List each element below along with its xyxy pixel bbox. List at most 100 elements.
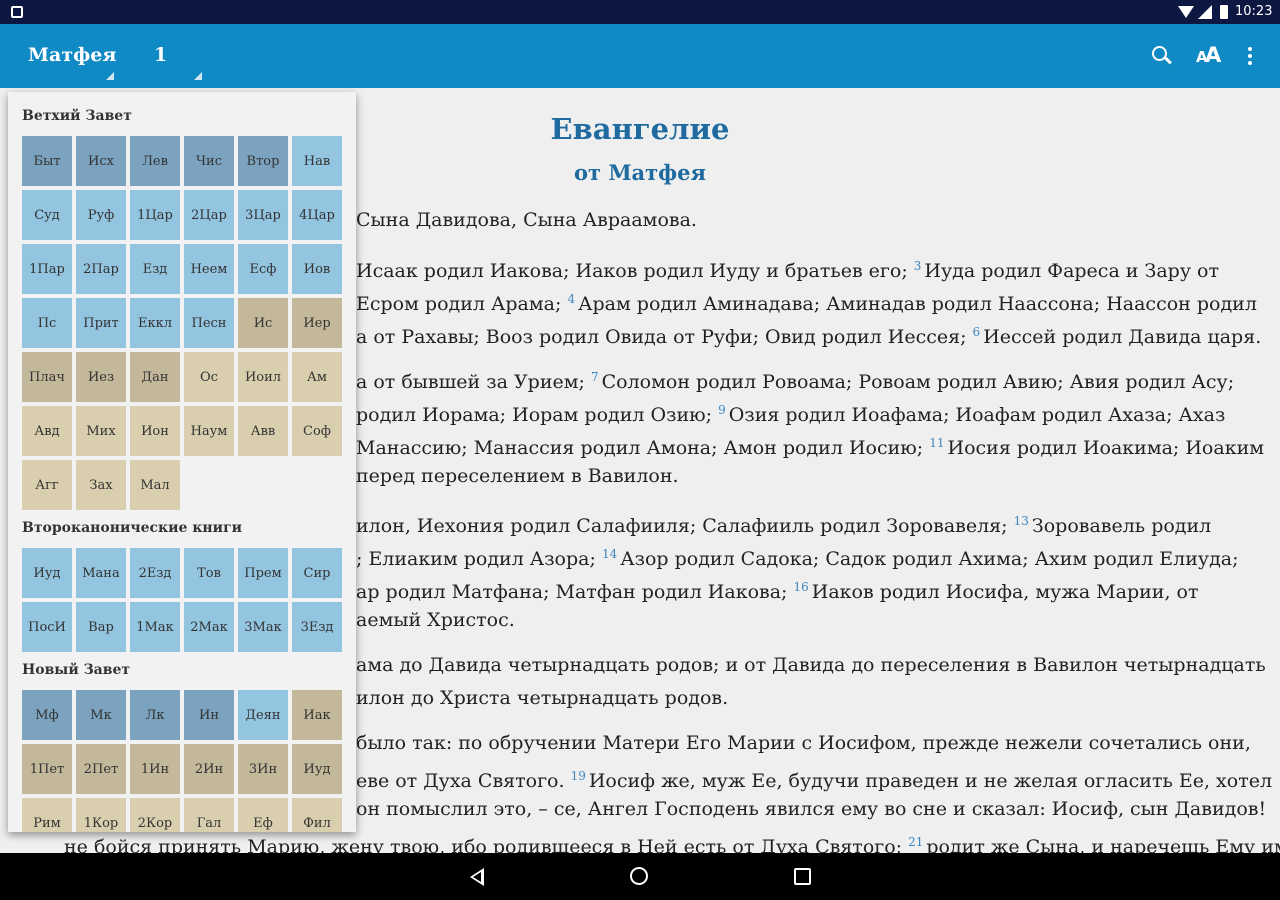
book-tile[interactable]: 4Цар <box>292 190 342 240</box>
verse-text: не бойся принять Марию, жену твою, ибо р… <box>64 836 909 853</box>
book-tile[interactable]: 1Ин <box>130 744 180 794</box>
book-tile[interactable]: Ин <box>184 690 234 740</box>
book-tile[interactable]: Исх <box>76 136 126 186</box>
verse-number[interactable]: 9 <box>718 403 726 417</box>
book-tile[interactable]: Иов <box>292 244 342 294</box>
book-tile[interactable]: Агг <box>22 460 72 510</box>
book-tile[interactable]: Соф <box>292 406 342 456</box>
book-tile[interactable]: Иоил <box>238 352 288 402</box>
book-tile[interactable]: Чис <box>184 136 234 186</box>
book-tile[interactable]: Мф <box>22 690 72 740</box>
verse-number[interactable]: 13 <box>1014 514 1029 528</box>
home-icon[interactable] <box>630 867 648 885</box>
book-tile[interactable]: Езд <box>130 244 180 294</box>
section-title: Второканонические книги <box>22 520 243 536</box>
book-tile[interactable]: Мих <box>76 406 126 456</box>
book-tile[interactable]: Ис <box>238 298 288 348</box>
verse-text: Сына Давидова, Сына Авраамова. <box>356 209 697 231</box>
book-tile[interactable]: Иак <box>292 690 342 740</box>
verse-number[interactable]: 11 <box>929 436 944 450</box>
verse-number[interactable]: 21 <box>908 835 923 849</box>
book-tile[interactable]: 2Кор <box>130 798 180 832</box>
book-tile[interactable]: Руф <box>76 190 126 240</box>
book-tile[interactable]: Иуд <box>292 744 342 794</box>
verse-number[interactable]: 14 <box>602 547 617 561</box>
book-tile[interactable]: Втор <box>238 136 288 186</box>
book-tile[interactable]: 1Мак <box>130 602 180 652</box>
book-tile[interactable]: Плач <box>22 352 72 402</box>
book-tile[interactable]: Фил <box>292 798 342 832</box>
book-tile[interactable]: Сир <box>292 548 342 598</box>
book-tile[interactable]: Мал <box>130 460 180 510</box>
chapter-dropdown[interactable]: 1 <box>140 24 210 88</box>
book-tile[interactable]: Иез <box>76 352 126 402</box>
book-tile[interactable]: Иуд <box>22 548 72 598</box>
book-tile[interactable]: Прит <box>76 298 126 348</box>
recent-apps-icon[interactable] <box>794 868 811 885</box>
book-tile[interactable]: Есф <box>238 244 288 294</box>
book-tile[interactable]: 2Ин <box>184 744 234 794</box>
book-tile[interactable]: 3Езд <box>292 602 342 652</box>
book-tile[interactable]: Гал <box>184 798 234 832</box>
book-tile[interactable]: Авд <box>22 406 72 456</box>
book-tile[interactable]: 2Цар <box>184 190 234 240</box>
book-tile[interactable]: Мк <box>76 690 126 740</box>
back-icon[interactable] <box>470 868 484 886</box>
book-tile[interactable]: Зах <box>76 460 126 510</box>
book-tile[interactable]: 2Мак <box>184 602 234 652</box>
signal-icon <box>1198 5 1212 19</box>
verse-line: он помыслил это, – се, Ангел Господень я… <box>356 793 1280 826</box>
book-tile[interactable]: 1Пар <box>22 244 72 294</box>
book-tile[interactable]: 3Цар <box>238 190 288 240</box>
book-tile[interactable]: 1Цар <box>130 190 180 240</box>
verse-number[interactable]: 6 <box>973 325 981 339</box>
book-tile[interactable]: 2Езд <box>130 548 180 598</box>
book-tile[interactable]: Иер <box>292 298 342 348</box>
book-tile[interactable]: Тов <box>184 548 234 598</box>
book-tile[interactable]: 3Ин <box>238 744 288 794</box>
book-tile[interactable]: Еккл <box>130 298 180 348</box>
wifi-icon <box>1178 6 1194 18</box>
book-tile[interactable]: 1Кор <box>76 798 126 832</box>
book-tile[interactable]: Наум <box>184 406 234 456</box>
verse-number[interactable]: 7 <box>591 370 599 384</box>
verse-line: было так: по обручении Матери Его Марии … <box>356 727 1280 760</box>
verse-number[interactable]: 16 <box>793 580 808 594</box>
book-tile[interactable]: Мана <box>76 548 126 598</box>
book-tile[interactable]: Вар <box>76 602 126 652</box>
more-options-icon[interactable] <box>1240 42 1260 70</box>
book-tile[interactable]: Лев <box>130 136 180 186</box>
search-icon[interactable] <box>1148 42 1176 70</box>
book-tile[interactable]: Ам <box>292 352 342 402</box>
book-tile[interactable]: Ион <box>130 406 180 456</box>
book-tile[interactable]: Песн <box>184 298 234 348</box>
verse-line: аемый Христос. <box>356 604 1280 637</box>
verse-text: Иосиф же, муж Ее, будучи праведен и не ж… <box>588 770 1273 792</box>
verse-number[interactable]: 4 <box>567 292 575 306</box>
book-tile[interactable]: Неем <box>184 244 234 294</box>
book-tile[interactable]: Еф <box>238 798 288 832</box>
font-size-icon[interactable]: AA <box>1194 42 1222 70</box>
book-tile[interactable]: 2Пар <box>76 244 126 294</box>
book-tile[interactable]: Ос <box>184 352 234 402</box>
verse-text: Соломон родил Ровоама; Ровоам родил Авию… <box>601 371 1235 393</box>
book-tile[interactable]: 3Мак <box>238 602 288 652</box>
book-tile[interactable]: Пс <box>22 298 72 348</box>
book-tile[interactable]: Дан <box>130 352 180 402</box>
book-tile[interactable]: Рим <box>22 798 72 832</box>
book-tile[interactable]: Быт <box>22 136 72 186</box>
book-tile[interactable]: ПосИ <box>22 602 72 652</box>
book-tile[interactable]: 2Пет <box>76 744 126 794</box>
book-tile[interactable]: Суд <box>22 190 72 240</box>
book-dropdown[interactable]: Матфея <box>14 24 124 88</box>
verse-text: Зоровавель родил <box>1031 515 1212 537</box>
book-tile[interactable]: 1Пет <box>22 744 72 794</box>
book-tile[interactable]: Нав <box>292 136 342 186</box>
book-tile[interactable]: Деян <box>238 690 288 740</box>
book-tile[interactable]: Авв <box>238 406 288 456</box>
dropdown-corner-icon <box>194 72 202 80</box>
book-tile[interactable]: Прем <box>238 548 288 598</box>
verse-number[interactable]: 3 <box>914 259 922 273</box>
book-tile[interactable]: Лк <box>130 690 180 740</box>
verse-number[interactable]: 19 <box>571 769 586 783</box>
